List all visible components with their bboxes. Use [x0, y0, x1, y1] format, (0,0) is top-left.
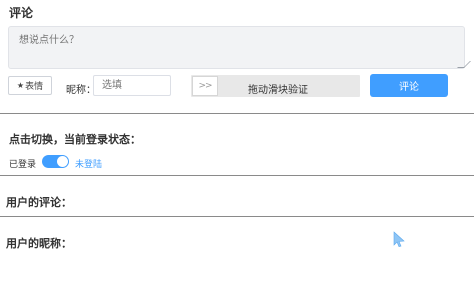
user-comment-label: 用户的评论：	[6, 196, 72, 209]
star-icon: ★	[16, 81, 25, 90]
submit-comment-button[interactable]: 评论	[370, 74, 448, 97]
nickname-label: 昵称：	[66, 85, 96, 96]
divider	[0, 175, 474, 176]
not-logged-in-label: 未登陆	[75, 160, 103, 170]
submit-comment-label: 评论	[399, 82, 419, 93]
toggle-knob	[57, 156, 68, 167]
divider	[0, 113, 474, 114]
comment-section-title: 评论	[9, 6, 34, 20]
slider-handle[interactable]: >>	[192, 76, 218, 96]
logged-in-label: 已登录	[9, 160, 37, 170]
slider-verify-text: 拖动滑块验证	[248, 85, 308, 96]
login-status-title: 点击切换，当前登录状态：	[9, 133, 141, 146]
login-toggle-switch[interactable]	[42, 155, 69, 168]
emoji-button-label: 表情	[25, 82, 44, 92]
comment-textarea[interactable]	[8, 26, 465, 69]
emoji-button[interactable]: ★ 表情	[8, 76, 52, 95]
divider	[0, 216, 474, 217]
nickname-input[interactable]	[93, 75, 171, 96]
user-nickname-label: 用户的昵称：	[6, 237, 72, 250]
cursor-arrow-icon	[393, 231, 405, 247]
double-chevron-right-icon: >>	[198, 81, 212, 91]
